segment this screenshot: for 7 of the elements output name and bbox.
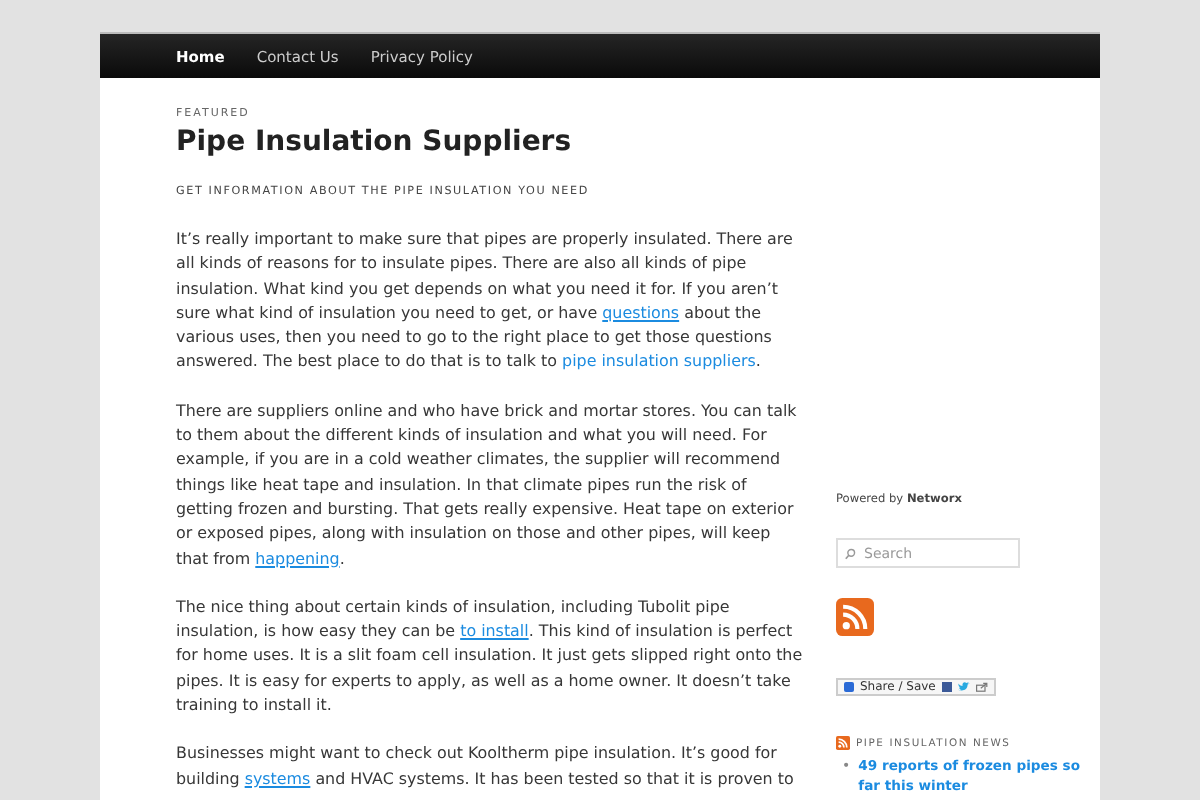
post-title: Pipe Insulation Suppliers [176,126,574,158]
rss-feed-icon[interactable] [836,598,874,636]
bird-icon [957,682,970,692]
facebook-icon [941,682,952,692]
plus-icon [844,682,854,692]
rss-feed-icon[interactable] [836,736,850,750]
share-arrow-icon [975,682,988,692]
